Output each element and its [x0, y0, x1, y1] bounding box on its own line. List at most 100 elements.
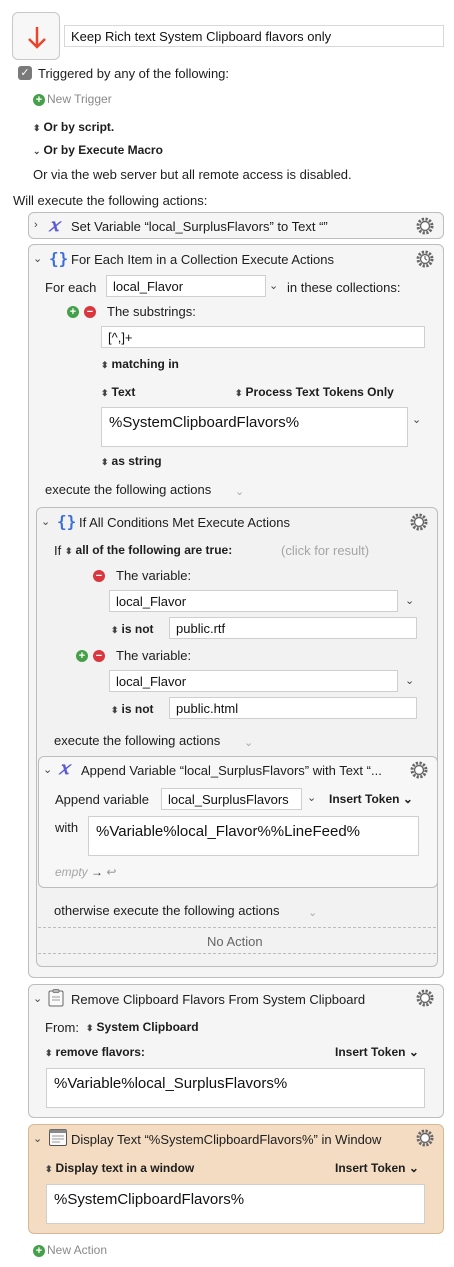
macro-name-field[interactable]: Keep Rich text System Clipboard flavors … — [64, 25, 444, 47]
brace-icon: {} — [57, 512, 77, 531]
new-action-plus-icon[interactable]: + — [33, 1245, 45, 1257]
updown-icon: ⬍ — [101, 388, 109, 398]
display-text-field[interactable]: %SystemClipboardFlavors% — [46, 1184, 425, 1224]
condition-variable-field[interactable]: local_Flavor — [109, 590, 398, 612]
updown-icon: ⬍ — [86, 1023, 94, 1033]
substrings-label: The substrings: — [107, 304, 196, 319]
insert-token-menu[interactable]: Insert Token ⌄ — [335, 1161, 419, 1175]
new-action-link[interactable]: New Action — [47, 1243, 107, 1257]
remove-flavors-label: remove flavors: — [55, 1045, 145, 1059]
condition-value-field[interactable]: public.html — [169, 697, 417, 719]
chevron-down-icon[interactable]: ⌄ — [235, 485, 244, 498]
chevron-down-icon[interactable]: ⌄ — [405, 594, 414, 607]
process-tokens-label: Process Text Tokens Only — [245, 385, 394, 399]
dashed-divider — [38, 927, 436, 928]
chevron-down-icon[interactable]: ⌄ — [43, 763, 52, 776]
gear-icon[interactable] — [415, 1128, 435, 1148]
action-title: If All Conditions Met Execute Actions — [79, 515, 290, 530]
action-append-variable[interactable]: ⌄ 𝑥 Append Variable “local_SurplusFlavor… — [38, 756, 438, 888]
action-for-each[interactable]: ⌄ {} For Each Item in a Collection Execu… — [28, 244, 444, 978]
condition-operator[interactable]: ⬍ is not — [111, 702, 154, 716]
new-trigger-plus-icon[interactable]: + — [33, 94, 45, 106]
all-true-selector[interactable]: ⬍ all of the following are true: — [65, 543, 232, 557]
add-condition-plus-icon[interactable]: + — [76, 650, 88, 662]
condition-variable-field[interactable]: local_Flavor — [109, 670, 398, 692]
matching-in[interactable]: ⬍ matching in — [101, 357, 179, 371]
remove-flavors-selector[interactable]: ⬍ remove flavors: — [45, 1045, 145, 1059]
add-collection-plus-icon[interactable]: + — [67, 306, 79, 318]
for-each-variable-field[interactable]: local_Flavor — [106, 275, 266, 297]
chevron-down-icon[interactable]: ⌄ — [269, 279, 278, 292]
triggered-label: Triggered by any of the following: — [38, 66, 230, 81]
or-by-execute-macro-label: Or by Execute Macro — [43, 143, 163, 157]
action-set-variable[interactable]: › 𝑥 Set Variable “local_SurplusFlavors” … — [28, 212, 444, 239]
variable-icon: 𝑥 — [59, 758, 70, 779]
action-if-conditions[interactable]: ⌄ {} If All Conditions Met Execute Actio… — [36, 507, 438, 967]
chevron-down-icon: ⌄ — [408, 1045, 419, 1059]
append-text-field[interactable]: %Variable%local_Flavor%%LineFeed% — [88, 816, 419, 856]
process-tokens[interactable]: ⬍ Process Text Tokens Only — [235, 385, 394, 399]
triggered-checkbox[interactable]: ✓ — [18, 66, 32, 80]
insert-token-menu[interactable]: Insert Token ⌄ — [335, 1045, 419, 1059]
append-variable-field[interactable]: local_SurplusFlavors — [161, 788, 302, 810]
gear-icon[interactable] — [409, 512, 429, 532]
matching-in-label: matching in — [111, 357, 179, 371]
click-result-link[interactable]: (click for result) — [281, 543, 369, 558]
chevron-down-icon[interactable]: ⌄ — [412, 413, 421, 426]
with-label: with — [55, 820, 79, 835]
gear-icon[interactable] — [415, 988, 435, 1008]
chevron-down-icon[interactable]: ⌄ — [308, 906, 317, 919]
remove-condition-minus-icon[interactable]: − — [93, 650, 105, 662]
from-selector[interactable]: ⬍ System Clipboard — [86, 1020, 199, 1034]
window-icon — [49, 1129, 67, 1146]
as-string[interactable]: ⬍ as string — [101, 454, 162, 468]
chevron-down-icon[interactable]: ⌄ — [33, 252, 42, 265]
insert-token-label: Insert Token — [335, 1045, 406, 1059]
as-string-label: as string — [111, 454, 162, 468]
text-source[interactable]: ⬍ Text — [101, 385, 135, 399]
chevron-down-icon[interactable]: ⌄ — [405, 674, 414, 687]
condition-operator-label: is not — [121, 622, 154, 636]
append-variable-label: Append variable — [55, 792, 149, 807]
empty-hint: empty → ↩ — [55, 865, 116, 879]
insert-token-menu[interactable]: Insert Token ⌄ — [329, 792, 413, 806]
otherwise-label[interactable]: otherwise execute the following actions — [54, 903, 279, 918]
action-title: Set Variable “local_SurplusFlavors” to T… — [71, 219, 328, 234]
chevron-down-icon[interactable]: ⌄ — [307, 791, 316, 804]
action-remove-clipboard-flavors[interactable]: ⌄ Remove Clipboard Flavors From System C… — [28, 984, 444, 1118]
in-collections-label: in these collections: — [287, 280, 401, 295]
collection-text-field[interactable]: %SystemClipboardFlavors% — [101, 407, 408, 447]
action-title: For Each Item in a Collection Execute Ac… — [71, 252, 335, 267]
condition-operator[interactable]: ⬍ is not — [111, 622, 154, 636]
remove-condition-minus-icon[interactable]: − — [93, 570, 105, 582]
gear-icon[interactable] — [409, 760, 429, 780]
text-source-label: Text — [111, 385, 136, 399]
substrings-field[interactable]: [^,]+ — [101, 326, 425, 348]
gear-clock-icon[interactable] — [415, 249, 435, 269]
chevron-down-icon[interactable]: ⌄ — [33, 992, 42, 1005]
execute-following-label[interactable]: execute the following actions — [54, 733, 220, 748]
updown-icon: ⬍ — [65, 546, 73, 556]
updown-icon: ⬍ — [235, 388, 243, 398]
chevron-down-icon[interactable]: ⌄ — [33, 1132, 42, 1145]
execute-following-label[interactable]: execute the following actions — [45, 482, 211, 497]
from-label: From: — [45, 1020, 79, 1035]
display-mode-selector[interactable]: ⬍ Display text in a window — [45, 1161, 194, 1175]
gear-icon[interactable] — [415, 216, 435, 236]
macro-icon[interactable] — [12, 12, 60, 60]
chevron-down-icon[interactable]: ⌄ — [244, 736, 253, 749]
or-by-execute-macro[interactable]: ⌄ Or by Execute Macro — [33, 143, 163, 157]
display-mode-label: Display text in a window — [55, 1161, 195, 1175]
updown-icon: ⬍ — [111, 625, 119, 635]
chevron-down-icon[interactable]: ⌄ — [41, 515, 50, 528]
insert-token-label: Insert Token — [335, 1161, 406, 1175]
remove-flavors-field[interactable]: %Variable%local_SurplusFlavors% — [46, 1068, 425, 1108]
or-by-script[interactable]: ⬍ Or by script. — [33, 120, 114, 134]
chevron-down-icon: ⌄ — [402, 792, 413, 806]
chevron-right-icon[interactable]: › — [34, 219, 38, 231]
action-display-text[interactable]: ⌄ Display Text “%SystemClipboardFlavors%… — [28, 1124, 444, 1234]
condition-value-field[interactable]: public.rtf — [169, 617, 417, 639]
remove-collection-minus-icon[interactable]: − — [84, 306, 96, 318]
new-trigger-link[interactable]: New Trigger — [47, 92, 112, 106]
chevron-down-icon: ⌄ — [408, 1161, 419, 1175]
